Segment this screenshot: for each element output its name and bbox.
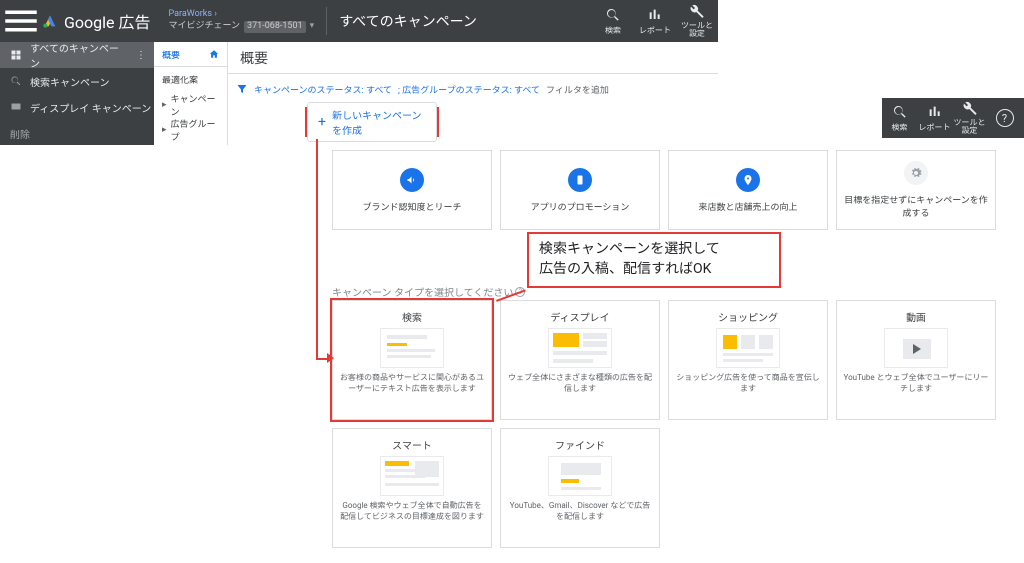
search-icon: [892, 104, 908, 120]
search-nav-icon: [10, 75, 22, 87]
nav-all-campaigns[interactable]: すべてのキャンペーン ⋮: [0, 42, 154, 68]
search-button-2[interactable]: 検索: [882, 104, 917, 133]
home-icon: [209, 49, 219, 59]
smart-thumb-icon: [380, 456, 444, 496]
tools-button-2[interactable]: ツールと 設定: [952, 101, 987, 135]
page-title: 概要: [228, 42, 718, 74]
search-thumb-icon: [380, 328, 444, 368]
annotation-arrow: [316, 139, 318, 360]
caret-icon: ▸: [162, 125, 167, 135]
top-header: Google 広告 ParaWorks › マイビジチェーン 371-068-1…: [0, 0, 718, 42]
left-nav: すべてのキャンペーン ⋮ 検索キャンペーン ディスプレイ キャンペーン 削除: [0, 42, 154, 145]
goal-cards-row: ブランド認知度とリーチ アプリのプロモーション 来店数と店舗売上の向上 目標を指…: [332, 150, 996, 230]
add-filter[interactable]: フィルタを追加: [546, 83, 609, 96]
nav-search-campaign[interactable]: 検索キャンペーン: [0, 68, 154, 94]
new-campaign-button[interactable]: + 新しいキャンペーンを作成: [307, 102, 437, 142]
header-actions: 検索 レポート ツールと 設定: [592, 4, 718, 38]
shopping-thumb-icon: [716, 328, 780, 368]
subnav-adgroups[interactable]: ▸ 広告グループ: [154, 117, 227, 142]
grid-icon: [10, 49, 22, 61]
nav-deleted[interactable]: 削除: [0, 120, 154, 146]
annotation-highlight-new-campaign: + 新しいキャンペーンを作成: [305, 107, 439, 137]
goal-card-store[interactable]: 来店数と店舗売上の向上: [668, 150, 828, 230]
chevron-down-icon[interactable]: ▾: [310, 21, 315, 33]
search-button[interactable]: 検索: [592, 4, 634, 38]
subnav-overview[interactable]: 概要: [154, 42, 227, 67]
video-thumb-icon: [884, 328, 948, 368]
reports-icon: [927, 104, 943, 120]
goal-card-brand[interactable]: ブランド認知度とリーチ: [332, 150, 492, 230]
subnav-campaigns[interactable]: ▸ キャンペーン: [154, 92, 227, 117]
reports-icon: [647, 7, 663, 23]
type-cards-row-1: 検索 お客様の商品やサービスに関心があるユーザーにテキスト広告を表示します ディ…: [332, 300, 996, 420]
subnav-optimization[interactable]: 最適化案: [154, 67, 227, 92]
pin-icon: [736, 168, 760, 192]
wrench-icon: [962, 101, 978, 117]
section-label: キャンペーン タイプを選択してください ?: [332, 284, 525, 299]
goal-card-app[interactable]: アプリのプロモーション: [500, 150, 660, 230]
account-breadcrumb: ParaWorks › マイビジチェーン 371-068-1501 ▾: [168, 9, 314, 32]
help-icon: ?: [996, 109, 1014, 127]
display-thumb-icon: [548, 328, 612, 368]
annotation-arrow-head: [327, 353, 334, 363]
wrench-icon: [689, 4, 705, 20]
type-card-search[interactable]: 検索 お客様の商品やサービスに関心があるユーザーにテキスト広告を表示します: [332, 300, 492, 420]
annotation-box: 検索キャンペーンを選択して 広告の入稿、配信すればOK: [527, 232, 781, 288]
more-icon[interactable]: ⋮: [136, 50, 146, 61]
google-ads-logo[interactable]: Google 広告: [42, 9, 150, 33]
reports-button[interactable]: レポート: [634, 4, 676, 38]
filter-chip-2[interactable]: ; 広告グループのステータス: すべて: [398, 83, 540, 96]
type-card-smart[interactable]: スマート Google 検索やウェブ全体で自動広告を配信してビジネスの目標達成を…: [332, 428, 492, 548]
help-button[interactable]: ?: [987, 109, 1022, 127]
sub-nav: 概要 最適化案 ▸ キャンペーン ▸ 広告グループ: [154, 42, 228, 145]
gear-icon: [904, 161, 928, 185]
separator: [326, 7, 327, 35]
type-card-shopping[interactable]: ショッピング ショッピング広告を使って商品を宣伝します: [668, 300, 828, 420]
account-name: マイビジチェーン: [168, 21, 240, 33]
account-id: 371-068-1501: [244, 21, 306, 33]
product-name: Google 広告: [64, 9, 150, 33]
type-cards-row-2: スマート Google 検索やウェブ全体で自動広告を配信してビジネスの目標達成を…: [332, 428, 660, 548]
reports-button-2[interactable]: レポート: [917, 104, 952, 133]
goal-card-none[interactable]: 目標を指定せずにキャンペーンを作成する: [836, 150, 996, 230]
type-card-video[interactable]: 動画 YouTube とウェブ全体でユーザーにリーチします: [836, 300, 996, 420]
type-card-display[interactable]: ディスプレイ ウェブ全体にさまざまな種類の広告を配信します: [500, 300, 660, 420]
phone-icon: [568, 168, 592, 192]
display-nav-icon: [10, 101, 22, 113]
filter-bar: キャンペーンのステータス: すべて ; 広告グループのステータス: すべて フィル…: [228, 74, 718, 104]
parent-account-link[interactable]: ParaWorks: [168, 9, 212, 19]
menu-icon[interactable]: [0, 0, 42, 42]
nav-display-campaign[interactable]: ディスプレイ キャンペーン: [0, 94, 154, 120]
header-title: すべてのキャンペーン: [339, 11, 477, 31]
secondary-header: 検索 レポート ツールと 設定 ?: [882, 98, 1024, 138]
megaphone-icon: [400, 168, 424, 192]
filter-icon[interactable]: [236, 83, 248, 95]
filter-chip-1[interactable]: キャンペーンのステータス: すべて: [254, 83, 392, 96]
tools-button[interactable]: ツールと 設定: [676, 4, 718, 38]
search-icon: [605, 7, 621, 23]
type-card-find[interactable]: ファインド YouTube、Gmail、Discover などで広告を配信します: [500, 428, 660, 548]
caret-icon: ▸: [162, 100, 167, 110]
find-thumb-icon: [548, 456, 612, 496]
tooltip-icon[interactable]: ?: [515, 287, 525, 297]
